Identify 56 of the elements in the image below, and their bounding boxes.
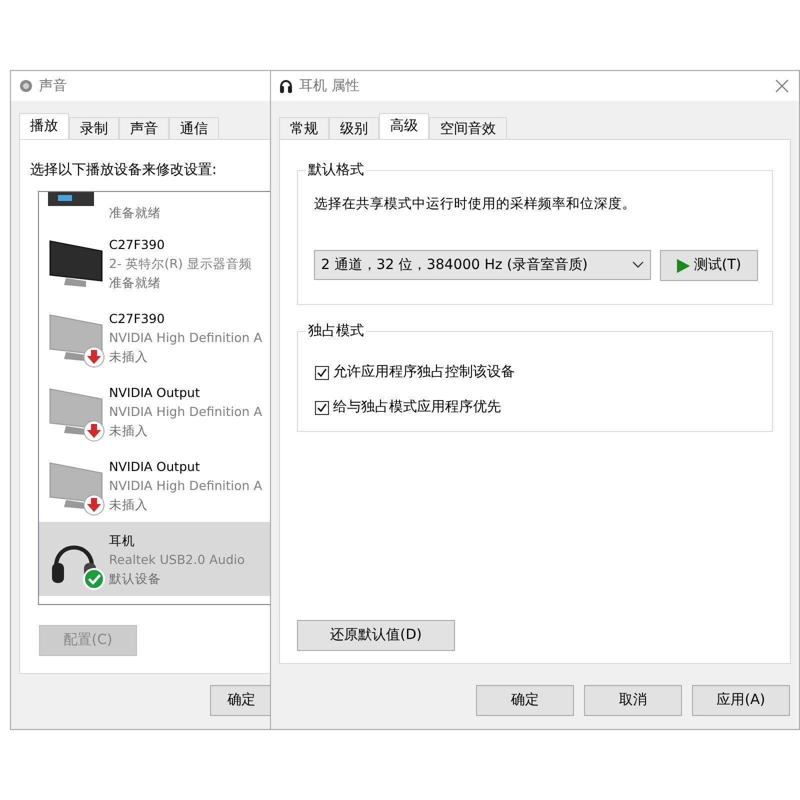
- tab[interactable]: 级别: [329, 117, 379, 139]
- tab[interactable]: 声音: [119, 117, 169, 139]
- device-item[interactable]: NVIDIA Output NVIDIA High Definition A 未插入: [39, 448, 272, 522]
- dialog-button[interactable]: 确定: [476, 685, 574, 716]
- window-title: 声音: [39, 76, 67, 96]
- device-driver: NVIDIA High Definition A: [109, 476, 262, 494]
- monitor-icon: [50, 314, 102, 361]
- test-button[interactable]: 测试(T): [660, 250, 758, 282]
- device-status: 默认设备: [109, 570, 162, 588]
- tab[interactable]: 常规: [279, 117, 329, 139]
- tab[interactable]: 录制: [69, 117, 119, 139]
- play-icon: [676, 258, 690, 273]
- device-name: 耳机: [109, 532, 136, 550]
- device-name: C27F390: [109, 236, 166, 254]
- device-name: C27F390: [109, 310, 166, 328]
- device-status: 准备就绪: [109, 274, 162, 292]
- device-item[interactable]: C27F390 NVIDIA High Definition A 未插入: [39, 300, 272, 374]
- close-icon: [775, 79, 789, 93]
- checkbox[interactable]: [315, 366, 329, 380]
- format-dropdown[interactable]: 2 通道，32 位，384000 Hz (录音室音质): [314, 250, 651, 280]
- checkbox-label[interactable]: 给与独占模式应用程序优先: [333, 397, 501, 418]
- tab[interactable]: 高级: [379, 113, 429, 139]
- receiver-icon: [48, 192, 94, 206]
- dialog-button[interactable]: 应用(A): [692, 685, 790, 716]
- caret-icon: [632, 261, 644, 270]
- device-item[interactable]: 准备就绪: [39, 192, 272, 226]
- device-name: NVIDIA Output: [109, 384, 201, 402]
- checkbox[interactable]: [315, 400, 329, 414]
- tab[interactable]: 空间音效: [429, 117, 507, 139]
- instruction-text: 选择以下播放设备来修改设置:: [30, 161, 218, 180]
- device-driver: Realtek USB2.0 Audio: [109, 550, 245, 568]
- ok-button[interactable]: 确定: [210, 685, 272, 716]
- monitor-icon: [50, 462, 102, 509]
- device-driver: NVIDIA High Definition A: [109, 402, 262, 420]
- dialog-button[interactable]: 取消: [584, 685, 682, 716]
- tab[interactable]: 播放: [19, 113, 69, 139]
- device-status: 未插入: [109, 422, 149, 440]
- checkbox-label[interactable]: 允许应用程序独占控制该设备: [333, 362, 515, 383]
- tab[interactable]: 通信: [169, 117, 219, 139]
- monitor-icon: [50, 240, 102, 287]
- device-status: 未插入: [109, 496, 149, 514]
- window-title: 耳机 属性: [299, 76, 360, 96]
- restore-defaults-button[interactable]: 还原默认值(D): [297, 620, 455, 651]
- device-item[interactable]: C27F390 2- 英特尔(R) 显示器音频 准备就绪: [39, 226, 272, 300]
- device-name: NVIDIA Output: [109, 458, 201, 476]
- description-text: 选择在共享模式中运行时使用的采样频率和位深度。: [314, 195, 637, 214]
- device-item[interactable]: 耳机 Realtek USB2.0 Audio 默认设备: [39, 522, 272, 596]
- group-title: 独占模式: [306, 322, 366, 340]
- group-title: 默认格式: [306, 161, 366, 179]
- monitor-icon: [50, 388, 102, 435]
- device-driver: 2- 英特尔(R) 显示器音频: [109, 254, 252, 272]
- device-item[interactable]: NVIDIA Output NVIDIA High Definition A 未插入: [39, 374, 272, 448]
- device-driver: NVIDIA High Definition A: [109, 328, 262, 346]
- device-status: 准备就绪: [109, 204, 161, 222]
- device-status: 未插入: [109, 348, 149, 366]
- headphones-icon: [279, 78, 293, 94]
